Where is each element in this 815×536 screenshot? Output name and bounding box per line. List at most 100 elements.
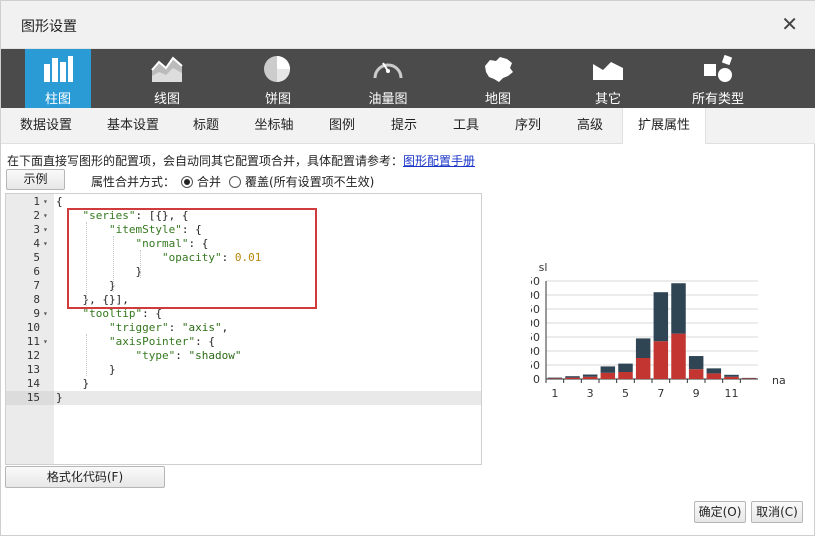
line-number: 11 (26, 335, 40, 348)
format-code-button[interactable]: 格式化代码(F) (5, 466, 165, 488)
code-text: "axisPointer": { (108, 335, 215, 348)
fold-arrow-icon[interactable]: ▾ (43, 237, 48, 251)
line-number: 8 (33, 293, 40, 306)
pie-chart-icon (264, 56, 290, 82)
tab-extended-properties[interactable]: 扩展属性 (622, 108, 706, 144)
chart-type-label: 线图 (153, 92, 180, 107)
code-line[interactable]: 12 "type": "shadow" (6, 349, 481, 363)
chart-type-label: 所有类型 (691, 92, 744, 107)
close-icon[interactable]: ✕ (781, 14, 798, 34)
chart-type-label: 饼图 (264, 92, 291, 107)
chart-type-bar[interactable]: 柱图 (25, 49, 91, 108)
dialog-titlebar: 图形设置 ✕ (1, 1, 815, 49)
tab-tooltip[interactable]: 提示 (379, 108, 429, 144)
chart-settings-dialog: 图形设置 ✕ 柱图 线图 饼图 油量图 地图 其它 所有类型 数据设置 基本设置… (0, 0, 815, 536)
x-axis-label: na (772, 374, 786, 387)
chart-bar (724, 376, 739, 379)
line-number: 1 (33, 195, 40, 208)
x-tick-label: 11 (725, 387, 739, 400)
tab-axis[interactable]: 坐标轴 (243, 108, 305, 144)
tab-title[interactable]: 标题 (179, 108, 233, 144)
tab-advanced[interactable]: 高级 (565, 108, 615, 144)
code-text: "trigger": "axis", (108, 321, 229, 334)
line-number: 9 (33, 307, 40, 320)
line-number: 10 (26, 321, 40, 334)
y-tick-label: 100 (531, 345, 540, 358)
code-line[interactable]: 1 ▾ { (6, 195, 481, 209)
x-tick-label: 9 (693, 387, 700, 400)
line-number: 6 (33, 265, 40, 278)
tab-series[interactable]: 序列 (503, 108, 553, 144)
chart-type-all[interactable]: 所有类型 (685, 49, 751, 108)
x-tick-label: 3 (587, 387, 594, 400)
chart-bar (635, 338, 651, 358)
chart-bar (547, 377, 563, 379)
chart-type-map[interactable]: 地图 (465, 49, 531, 108)
y-tick-label: 200 (531, 317, 540, 330)
cancel-button[interactable]: 取消(C) (751, 501, 803, 523)
chart-bar (600, 372, 616, 379)
code-line[interactable]: 10 "trigger": "axis", (6, 321, 481, 335)
chart-bar (741, 378, 757, 379)
bar-chart-icon (44, 56, 73, 82)
chart-bar (582, 376, 598, 379)
chart-bar (688, 369, 704, 379)
tab-basic-settings[interactable]: 基本设置 (94, 108, 172, 144)
line-number: 15 (26, 391, 40, 404)
code-line[interactable]: 13 } (6, 363, 481, 377)
code-line[interactable]: 15} (6, 391, 481, 405)
code-text: } (56, 391, 63, 404)
tab-tools[interactable]: 工具 (441, 108, 491, 144)
fold-arrow-icon[interactable]: ▾ (43, 335, 48, 349)
chart-type-pie[interactable]: 饼图 (245, 49, 311, 108)
fold-arrow-icon[interactable]: ▾ (43, 223, 48, 237)
code-text: "type": "shadow" (135, 349, 242, 362)
chart-bar (618, 363, 633, 372)
chart-type-gauge[interactable]: 油量图 (355, 49, 421, 108)
fold-arrow-icon[interactable]: ▾ (43, 209, 48, 223)
chart-bar (565, 377, 580, 379)
code-text: "tooltip": { (82, 307, 162, 320)
ok-button[interactable]: 确定(O) (694, 501, 746, 523)
chart-bar (724, 374, 739, 377)
china-map-icon (485, 57, 513, 82)
chart-type-other[interactable]: 其它 (575, 49, 641, 108)
all-types-icon (704, 54, 733, 82)
chart-type-label: 油量图 (368, 92, 408, 107)
chart-type-label: 其它 (594, 92, 621, 107)
code-line[interactable]: 14 } (6, 377, 481, 391)
example-button[interactable]: 示例 (6, 169, 65, 190)
line-number: 14 (26, 377, 40, 390)
line-number: 12 (26, 349, 40, 362)
info-text: 在下面直接写图形的配置项，会自动同其它配置项合并，具体配置请参考：图形配置手册 (7, 152, 475, 169)
other-shape-icon (593, 62, 623, 80)
code-line[interactable]: 9 ▾ "tooltip": { (6, 307, 481, 321)
code-line[interactable]: 11 ▾ "axisPointer": { (6, 335, 481, 349)
fold-arrow-icon[interactable]: ▾ (43, 307, 48, 321)
radio-unselected-icon (229, 175, 241, 188)
gauge-icon (373, 62, 403, 79)
merge-radio[interactable]: 合并 (181, 173, 221, 190)
override-radio[interactable]: 覆盖(所有设置项不生效) (229, 173, 374, 190)
chart-bar (635, 358, 651, 379)
indent-guide (86, 334, 87, 376)
line-number: 13 (26, 363, 40, 376)
chart-bar (688, 356, 704, 370)
line-chart-icon (151, 56, 183, 82)
tab-data-settings[interactable]: 数据设置 (7, 108, 85, 144)
code-editor[interactable]: 1 ▾{2 ▾ "series": [{}, {3 ▾ "itemStyle": {4… (5, 193, 482, 465)
chart-bar (582, 374, 598, 377)
y-tick-label: 0 (533, 373, 540, 386)
chart-bar (653, 341, 669, 379)
line-number: 5 (33, 251, 40, 264)
y-tick-label: 300 (531, 289, 540, 302)
chart-bar (706, 368, 722, 374)
line-number: 2 (33, 209, 40, 222)
chart-bar (565, 376, 580, 378)
chart-type-line[interactable]: 线图 (134, 49, 200, 108)
chart-bar (653, 292, 669, 342)
fold-arrow-icon[interactable]: ▾ (43, 195, 48, 209)
tab-legend[interactable]: 图例 (317, 108, 367, 144)
manual-link[interactable]: 图形配置手册 (403, 154, 475, 168)
y-tick-label: 50 (531, 359, 540, 372)
